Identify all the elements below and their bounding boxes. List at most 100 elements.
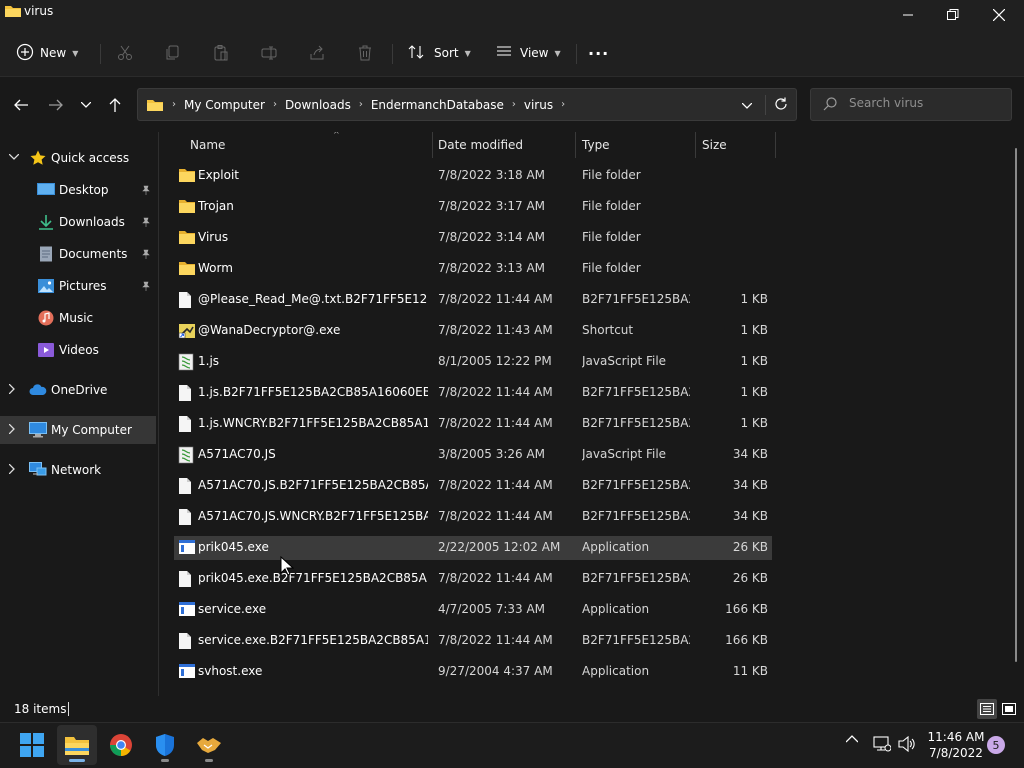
sidebar-item-pictures[interactable]: Pictures bbox=[0, 272, 156, 300]
file-row[interactable]: prik045.exe 2/22/2005 12:02 AM Application… bbox=[174, 536, 772, 560]
pin-icon[interactable] bbox=[141, 184, 151, 198]
file-row[interactable]: prik045.exe.B2F71FF5E125BA2CB85A1606... 7… bbox=[174, 567, 772, 591]
taskbar-handshake-app[interactable] bbox=[189, 725, 229, 765]
chevron-right-icon[interactable]: › bbox=[359, 99, 363, 110]
view-button[interactable]: View ▼ bbox=[496, 38, 561, 68]
file-row[interactable]: @Please_Read_Me@.txt.B2F71FF5E125BA... 7/… bbox=[174, 288, 772, 312]
column-header-date[interactable]: Date modified bbox=[438, 132, 568, 158]
sidebar-item-label: Quick access bbox=[51, 151, 130, 165]
pin-icon[interactable] bbox=[141, 216, 151, 230]
sidebar-item-desktop[interactable]: Desktop bbox=[0, 176, 156, 204]
minimize-button[interactable] bbox=[885, 0, 931, 30]
sidebar-item-videos[interactable]: Videos bbox=[0, 336, 156, 364]
column-header-size[interactable]: Size bbox=[702, 132, 772, 158]
file-row[interactable]: Virus 7/8/2022 3:14 AM File folder bbox=[174, 226, 772, 250]
new-button[interactable]: New ▼ bbox=[16, 38, 78, 68]
close-button[interactable] bbox=[976, 0, 1022, 30]
address-bar[interactable]: › My Computer › Downloads › EndermanchDa… bbox=[137, 88, 797, 121]
search-box[interactable] bbox=[810, 88, 1012, 121]
file-row[interactable]: A571AC70.JS 3/8/2005 3:26 AM JavaScript Fi… bbox=[174, 443, 772, 467]
more-options-button[interactable]: ··· bbox=[588, 38, 609, 68]
file-row[interactable]: A571AC70.JS.B2F71FF5E125BA2CB85A160... 7/… bbox=[174, 474, 772, 498]
sidebar-item-my-computer[interactable]: My Computer bbox=[0, 416, 156, 444]
paste-icon bbox=[206, 38, 236, 68]
copy-button[interactable] bbox=[158, 38, 188, 68]
file-icon bbox=[179, 292, 191, 308]
file-row[interactable]: @WanaDecryptor@.exe 7/8/2022 11:43 AM Shor… bbox=[174, 319, 772, 343]
file-name: A571AC70.JS bbox=[198, 447, 276, 461]
rename-button[interactable] bbox=[254, 38, 284, 68]
sidebar-item-quick-access[interactable]: Quick access bbox=[0, 144, 156, 172]
script-icon bbox=[178, 353, 196, 371]
sidebar-item-downloads[interactable]: Downloads bbox=[0, 208, 156, 236]
delete-button[interactable] bbox=[350, 38, 380, 68]
navigation-pane: Quick access Desktop Downloads Documents bbox=[0, 132, 158, 696]
vertical-scrollbar[interactable] bbox=[1015, 148, 1017, 662]
chevron-right-icon[interactable]: › bbox=[273, 99, 277, 110]
share-icon bbox=[302, 38, 332, 68]
breadcrumb-endermanchdatabase[interactable]: EndermanchDatabase bbox=[371, 98, 504, 112]
refresh-button[interactable] bbox=[774, 97, 788, 114]
file-row[interactable]: 1.js 8/1/2005 12:22 PM JavaScript File 1 KB bbox=[174, 350, 772, 374]
address-dropdown-button[interactable] bbox=[741, 98, 753, 112]
column-separator[interactable] bbox=[695, 132, 696, 158]
taskbar-file-explorer[interactable] bbox=[57, 725, 97, 765]
pin-icon[interactable] bbox=[141, 248, 151, 262]
file-row[interactable]: A571AC70.JS.WNCRY.B2F71FF5E125BA2C... 7/8… bbox=[174, 505, 772, 529]
file-row[interactable]: 1.js.WNCRY.B2F71FF5E125BA2CB85A160... 7/8… bbox=[174, 412, 772, 436]
file-row[interactable]: Worm 7/8/2022 3:13 AM File folder bbox=[174, 257, 772, 281]
chevron-up-icon bbox=[846, 735, 858, 743]
column-separator[interactable] bbox=[575, 132, 576, 158]
file-row[interactable]: service.exe.B2F71FF5E125BA2CB85A1606... 7… bbox=[174, 629, 772, 653]
column-separator[interactable] bbox=[775, 132, 776, 158]
column-header-type[interactable]: Type bbox=[582, 132, 682, 158]
show-hidden-icons-button[interactable] bbox=[846, 735, 858, 743]
cut-button[interactable] bbox=[110, 38, 140, 68]
chevron-right-icon[interactable] bbox=[8, 383, 15, 397]
chevron-down-icon bbox=[741, 102, 753, 109]
file-type: File folder bbox=[582, 261, 641, 275]
chevron-right-icon[interactable]: › bbox=[561, 99, 565, 110]
taskbar-chrome[interactable] bbox=[101, 725, 141, 765]
share-button[interactable] bbox=[302, 38, 332, 68]
breadcrumb-downloads[interactable]: Downloads bbox=[285, 98, 351, 112]
file-type: File folder bbox=[582, 230, 641, 244]
column-header-name[interactable]: Name ^ bbox=[190, 132, 430, 158]
sidebar-item-documents[interactable]: Documents bbox=[0, 240, 156, 268]
file-row[interactable]: Exploit 7/8/2022 3:18 AM File folder bbox=[174, 164, 772, 188]
notification-badge[interactable]: 5 bbox=[987, 736, 1005, 754]
forward-button[interactable] bbox=[44, 93, 68, 117]
pin-icon[interactable] bbox=[141, 280, 151, 294]
sidebar-item-onedrive[interactable]: OneDrive bbox=[0, 376, 156, 404]
file-row[interactable]: 1.js.B2F71FF5E125BA2CB85A16060EB9C3... 7/… bbox=[174, 381, 772, 405]
details-view-button[interactable] bbox=[977, 699, 997, 719]
pane-divider[interactable] bbox=[158, 132, 159, 696]
volume-button[interactable] bbox=[898, 736, 916, 752]
restore-button[interactable] bbox=[930, 0, 976, 30]
recent-locations-button[interactable] bbox=[74, 93, 98, 117]
file-row[interactable]: Trojan 7/8/2022 3:17 AM File folder bbox=[174, 195, 772, 219]
taskbar-clock[interactable]: 11:46 AM 7/8/2022 bbox=[922, 729, 990, 761]
taskbar-defender[interactable] bbox=[145, 725, 185, 765]
file-row[interactable]: service.exe 4/7/2005 7:33 AM Application 16… bbox=[174, 598, 772, 622]
file-row[interactable]: svhost.exe 9/27/2004 4:37 AM Application 11… bbox=[174, 660, 772, 684]
start-button[interactable] bbox=[12, 725, 52, 765]
chevron-right-icon[interactable] bbox=[8, 423, 15, 437]
chevron-right-icon[interactable]: › bbox=[512, 99, 516, 110]
paste-button[interactable] bbox=[206, 38, 236, 68]
sort-button[interactable]: Sort ▼ bbox=[408, 38, 471, 68]
column-separator[interactable] bbox=[432, 132, 433, 158]
breadcrumb-my-computer[interactable]: My Computer bbox=[184, 98, 265, 112]
up-button[interactable] bbox=[103, 93, 127, 117]
chevron-down-icon bbox=[81, 102, 91, 108]
chevron-right-icon[interactable] bbox=[8, 463, 15, 477]
breadcrumb-virus[interactable]: virus bbox=[524, 98, 553, 112]
chevron-down-icon[interactable] bbox=[8, 153, 20, 163]
sidebar-item-network[interactable]: Network bbox=[0, 456, 156, 484]
sidebar-item-music[interactable]: Music bbox=[0, 304, 156, 332]
trash-icon bbox=[350, 38, 380, 68]
large-icons-view-button[interactable] bbox=[999, 699, 1019, 719]
back-button[interactable] bbox=[9, 93, 33, 117]
network-status-button[interactable] bbox=[873, 736, 891, 752]
search-input[interactable] bbox=[849, 96, 999, 110]
